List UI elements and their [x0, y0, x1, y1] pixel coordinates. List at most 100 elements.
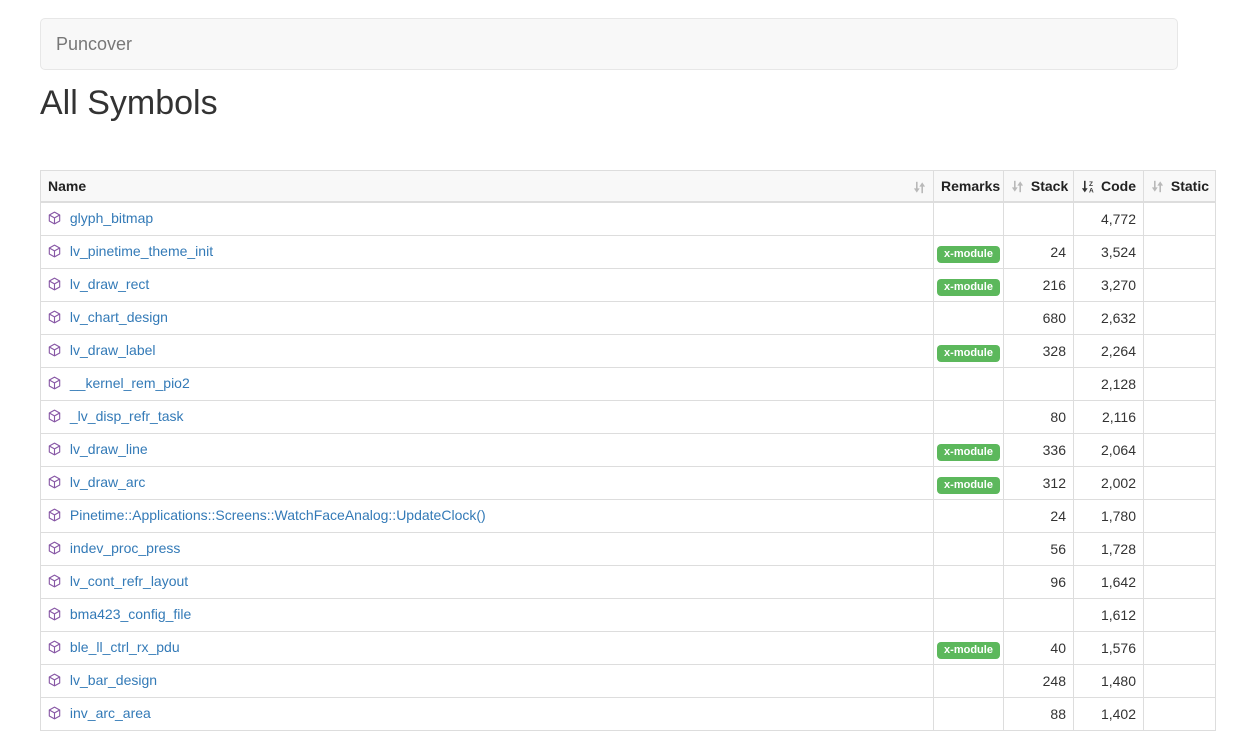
symbol-cube-icon — [48, 573, 61, 593]
stack-cell: 88 — [1004, 698, 1074, 731]
table-row: lv_bar_design 248 1,480 — [41, 665, 1216, 698]
column-label-code: Code — [1101, 178, 1136, 194]
static-cell — [1144, 434, 1216, 467]
column-header-remarks[interactable]: Remarks — [934, 171, 1004, 203]
table-row: glyph_bitmap 4,772 — [41, 202, 1216, 236]
remarks-cell — [934, 599, 1004, 632]
column-header-code[interactable]: Z A Code — [1074, 171, 1144, 203]
remarks-cell: x-module — [934, 236, 1004, 269]
stack-cell: 312 — [1004, 467, 1074, 500]
static-cell — [1144, 302, 1216, 335]
symbol-link[interactable]: indev_proc_press — [70, 540, 181, 556]
static-cell — [1144, 566, 1216, 599]
navbar: Puncover — [40, 18, 1178, 70]
symbol-link[interactable]: __kernel_rem_pio2 — [70, 375, 190, 391]
symbol-cube-icon — [48, 243, 61, 263]
navbar-brand[interactable]: Puncover — [56, 34, 132, 54]
stack-cell — [1004, 599, 1074, 632]
symbol-link[interactable]: bma423_config_file — [70, 606, 191, 622]
table-header-row: Name Remarks Stack Z — [41, 171, 1216, 203]
static-cell — [1144, 698, 1216, 731]
symbol-cube-icon — [48, 507, 61, 527]
symbol-link[interactable]: lv_draw_rect — [70, 276, 149, 292]
symbol-link[interactable]: lv_pinetime_theme_init — [70, 243, 213, 259]
remarks-cell — [934, 500, 1004, 533]
symbol-cube-icon — [48, 408, 61, 428]
code-cell: 1,728 — [1074, 533, 1144, 566]
remarks-cell — [934, 368, 1004, 401]
stack-cell — [1004, 202, 1074, 236]
symbol-link[interactable]: lv_cont_refr_layout — [70, 573, 188, 589]
symbol-link[interactable]: lv_draw_line — [70, 441, 148, 457]
column-label-remarks: Remarks — [941, 178, 1000, 194]
column-label-stack: Stack — [1031, 178, 1068, 194]
table-row: bma423_config_file 1,612 — [41, 599, 1216, 632]
stack-cell: 80 — [1004, 401, 1074, 434]
code-cell: 2,128 — [1074, 368, 1144, 401]
table-row: indev_proc_press 56 1,728 — [41, 533, 1216, 566]
remarks-cell: x-module — [934, 269, 1004, 302]
symbol-link[interactable]: lv_chart_design — [70, 309, 168, 325]
column-label-name: Name — [48, 178, 86, 194]
symbol-cube-icon — [48, 276, 61, 296]
symbol-cube-icon — [48, 639, 61, 659]
symbol-cube-icon — [48, 540, 61, 560]
remarks-cell — [934, 566, 1004, 599]
remarks-cell — [934, 533, 1004, 566]
symbol-link[interactable]: inv_arc_area — [70, 705, 151, 721]
table-row: lv_chart_design 680 2,632 — [41, 302, 1216, 335]
x-module-badge: x-module — [937, 642, 1000, 659]
symbol-link[interactable]: Pinetime::Applications::Screens::WatchFa… — [70, 507, 486, 523]
static-cell — [1144, 335, 1216, 368]
static-cell — [1144, 202, 1216, 236]
column-header-static[interactable]: Static — [1144, 171, 1216, 203]
table-row: lv_draw_line x-module 336 2,064 — [41, 434, 1216, 467]
table-row: lv_draw_label x-module 328 2,264 — [41, 335, 1216, 368]
symbol-link[interactable]: lv_draw_arc — [70, 474, 145, 490]
symbol-link[interactable]: lv_bar_design — [70, 672, 157, 688]
static-cell — [1144, 236, 1216, 269]
table-row: lv_cont_refr_layout 96 1,642 — [41, 566, 1216, 599]
symbol-cube-icon — [48, 474, 61, 494]
x-module-badge: x-module — [937, 477, 1000, 494]
stack-cell: 24 — [1004, 236, 1074, 269]
code-cell: 2,632 — [1074, 302, 1144, 335]
remarks-cell — [934, 698, 1004, 731]
page-title: All Symbols — [40, 84, 218, 122]
static-cell — [1144, 665, 1216, 698]
sort-both-icon — [1151, 178, 1164, 191]
table-row: inv_arc_area 88 1,402 — [41, 698, 1216, 731]
stack-cell: 248 — [1004, 665, 1074, 698]
table-row: _lv_disp_refr_task 80 2,116 — [41, 401, 1216, 434]
symbol-link[interactable]: _lv_disp_refr_task — [70, 408, 184, 424]
code-cell: 4,772 — [1074, 202, 1144, 236]
code-cell: 2,002 — [1074, 467, 1144, 500]
static-cell — [1144, 599, 1216, 632]
sort-both-icon — [913, 179, 926, 192]
stack-cell: 216 — [1004, 269, 1074, 302]
x-module-badge: x-module — [937, 279, 1000, 296]
stack-cell: 680 — [1004, 302, 1074, 335]
table-row: lv_pinetime_theme_init x-module 24 3,524 — [41, 236, 1216, 269]
column-header-name[interactable]: Name — [41, 171, 934, 203]
symbol-link[interactable]: glyph_bitmap — [70, 210, 153, 226]
x-module-badge: x-module — [937, 246, 1000, 263]
remarks-cell — [934, 202, 1004, 236]
code-cell: 1,612 — [1074, 599, 1144, 632]
symbol-cube-icon — [48, 375, 61, 395]
code-cell: 1,576 — [1074, 632, 1144, 665]
static-cell — [1144, 500, 1216, 533]
stack-cell — [1004, 368, 1074, 401]
remarks-cell — [934, 302, 1004, 335]
code-cell: 1,480 — [1074, 665, 1144, 698]
svg-text:A: A — [1089, 188, 1094, 193]
stack-cell: 40 — [1004, 632, 1074, 665]
column-header-stack[interactable]: Stack — [1004, 171, 1074, 203]
symbol-link[interactable]: lv_draw_label — [70, 342, 156, 358]
remarks-cell: x-module — [934, 434, 1004, 467]
code-cell: 1,780 — [1074, 500, 1144, 533]
remarks-cell: x-module — [934, 467, 1004, 500]
symbol-link[interactable]: ble_ll_ctrl_rx_pdu — [70, 639, 180, 655]
symbol-cube-icon — [48, 441, 61, 461]
symbol-cube-icon — [48, 210, 61, 230]
